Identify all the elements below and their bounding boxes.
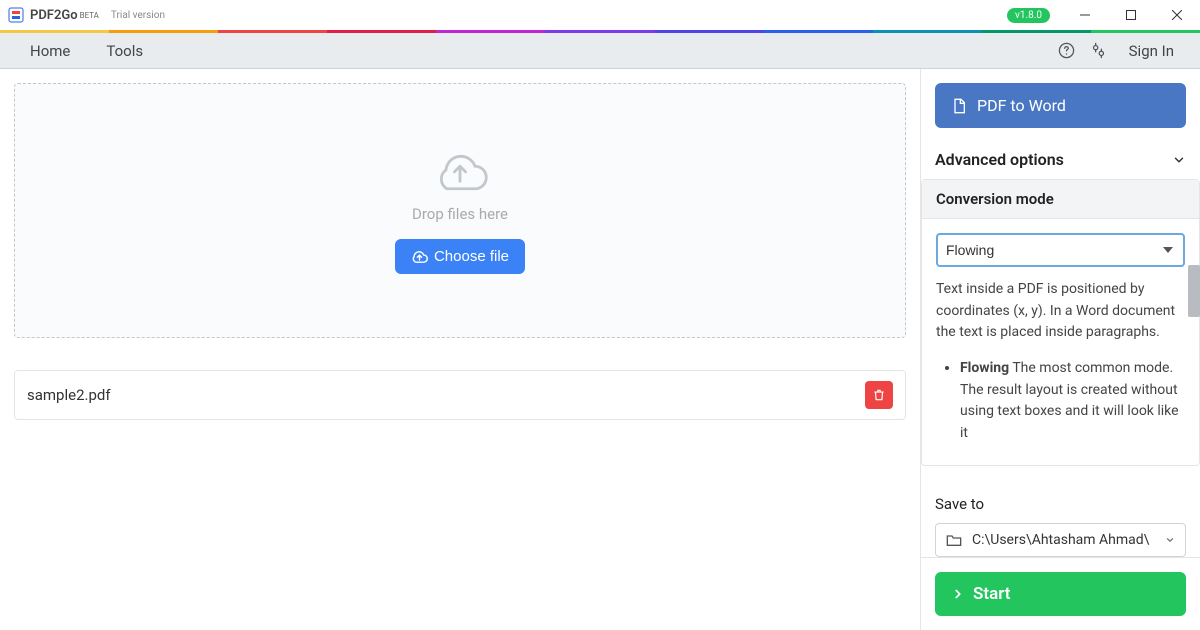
help-icon [1058,42,1075,59]
menu-home[interactable]: Home [12,34,88,68]
choose-file-button[interactable]: Choose file [395,239,525,274]
conversion-mode-title: Conversion mode [922,180,1199,219]
file-name: sample2.pdf [27,386,865,404]
menu-bar: Home Tools Sign In [0,33,1200,69]
document-icon [951,97,967,115]
conversion-mode-section: Conversion mode Flowing Text inside a PD… [921,179,1200,466]
beta-badge: BETA [80,11,99,20]
sign-in-link[interactable]: Sign In [1115,34,1188,68]
chevron-down-icon [1165,535,1175,545]
cloud-upload-icon [430,147,490,197]
minimize-icon [1080,10,1090,20]
app-name: PDF2Go [30,8,78,23]
save-to-section: Save to C:\Users\Ahtasham Ahmad\ [921,483,1200,557]
trial-version-link[interactable]: Trial version [111,10,165,21]
delete-file-button[interactable] [865,381,893,409]
start-button-label: Start [973,584,1010,604]
window-minimize-button[interactable] [1062,0,1108,30]
gear-icon [1090,42,1107,59]
close-icon [1172,10,1182,20]
version-badge[interactable]: v1.8.0 [1007,8,1050,23]
conversion-type-button[interactable]: PDF to Word [935,83,1186,128]
help-button[interactable] [1051,35,1083,67]
save-to-label: Save to [921,483,1200,517]
chevron-down-icon [1172,153,1186,167]
conversion-type-label: PDF to Word [977,96,1066,115]
chevron-right-icon [951,587,965,601]
drop-zone-text: Drop files here [412,205,508,223]
window-close-button[interactable] [1154,0,1200,30]
file-row: sample2.pdf [14,370,906,420]
right-panel-scroll[interactable]: PDF to Word Advanced options Conversion … [921,69,1200,483]
advanced-options-label: Advanced options [935,150,1064,169]
trash-icon [872,388,886,402]
rainbow-stripe [0,30,1200,33]
save-to-path-button[interactable]: C:\Users\Ahtasham Ahmad\ [935,523,1186,557]
save-to-path-text: C:\Users\Ahtasham Ahmad\ [972,532,1155,548]
window-maximize-button[interactable] [1108,0,1154,30]
folder-icon [946,533,962,547]
drop-zone[interactable]: Drop files here Choose file [14,83,906,338]
app-logo [8,7,24,23]
settings-button[interactable] [1083,35,1115,67]
scrollbar-thumb[interactable] [1188,265,1200,317]
conversion-mode-help: Text inside a PDF is positioned by coord… [936,279,1185,445]
choose-file-label: Choose file [434,248,509,265]
right-panel: PDF to Word Advanced options Conversion … [920,69,1200,630]
conversion-mode-select[interactable]: Flowing [936,233,1185,267]
maximize-icon [1126,10,1136,20]
cloud-upload-small-icon [411,248,428,265]
menu-tools[interactable]: Tools [88,34,161,68]
advanced-options-toggle[interactable]: Advanced options [935,150,1186,169]
start-button[interactable]: Start [935,572,1186,616]
main-left-panel: Drop files here Choose file sample2.pdf [0,69,920,630]
title-bar: PDF2Go BETA Trial version v1.8.0 [0,0,1200,30]
